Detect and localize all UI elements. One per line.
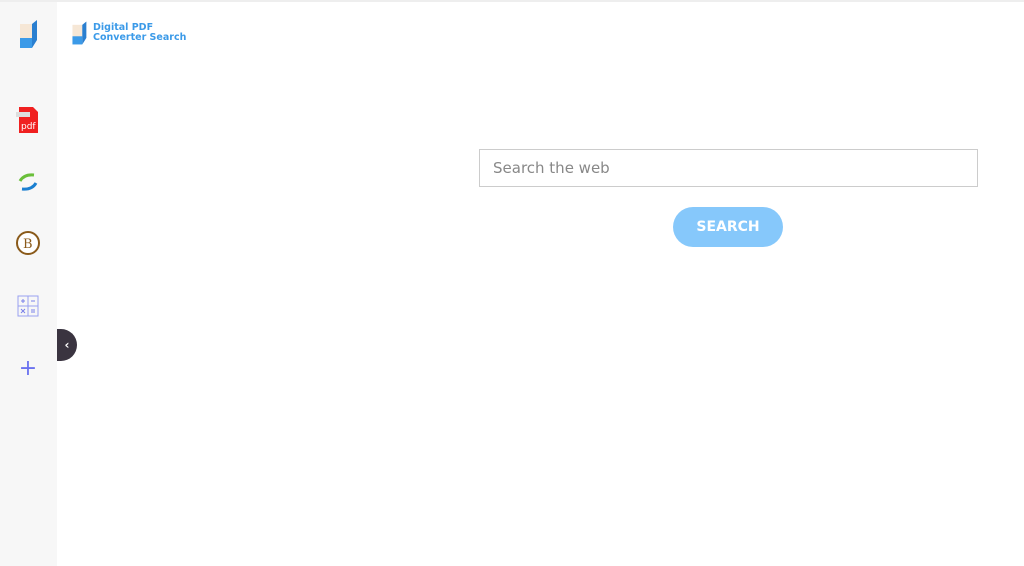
sidebar-item-add[interactable]: + <box>14 354 42 382</box>
collapse-sidebar-button[interactable]: ‹ <box>57 329 77 361</box>
sync-arrows-icon <box>18 173 38 191</box>
bitcoin-icon: B <box>16 231 40 255</box>
svg-text:pdf: pdf <box>21 122 36 132</box>
pdf-logo-icon <box>72 21 87 45</box>
sidebar-item-bitcoin[interactable]: B <box>14 229 42 257</box>
sidebar: pdf B + <box>0 2 57 566</box>
calculator-icon <box>17 295 39 317</box>
brand-logo: Digital PDF Converter Search <box>70 18 186 48</box>
sidebar-item-exchange[interactable] <box>14 168 42 196</box>
sidebar-item-pdf-converter[interactable] <box>14 20 42 48</box>
svg-text:B: B <box>23 237 33 252</box>
sidebar-item-calculator[interactable] <box>14 292 42 320</box>
search-button[interactable]: SEARCH <box>673 207 783 247</box>
plus-icon: + <box>18 355 38 381</box>
pdf-logo-icon <box>20 20 37 48</box>
chevron-left-icon: ‹ <box>64 338 70 352</box>
sidebar-item-pdf[interactable]: pdf <box>14 106 42 134</box>
top-border <box>0 0 1024 2</box>
pdf-icon: pdf <box>16 107 38 133</box>
brand-line2: Converter Search <box>93 32 187 43</box>
search-input[interactable] <box>479 149 978 187</box>
